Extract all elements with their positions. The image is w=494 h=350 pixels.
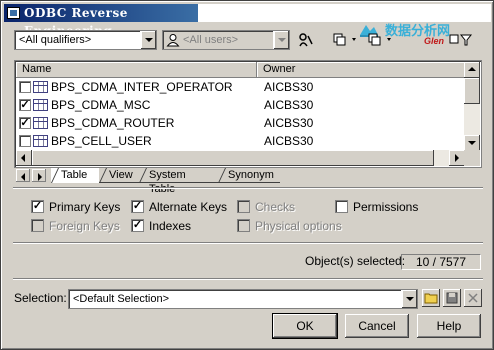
find-users-button[interactable] xyxy=(295,30,317,50)
row-checkbox[interactable]: ✓ xyxy=(19,117,31,129)
row-owner: AICBS30 xyxy=(264,98,314,112)
row-name: BPS_CDMA_ROUTER xyxy=(51,116,175,130)
row-owner: AICBS30 xyxy=(264,80,314,94)
tab-scroll-right-icon[interactable] xyxy=(32,169,46,182)
selection-label: Selection: xyxy=(14,291,67,305)
alternate-keys-label: Alternate Keys xyxy=(149,200,228,214)
find-icon xyxy=(299,33,313,47)
scrollbar-corner xyxy=(464,150,480,166)
table-icon xyxy=(33,117,48,129)
row-name: BPS_CDMA_MSC xyxy=(51,98,151,112)
objects-selected-label: Object(s) selected: xyxy=(305,254,406,268)
row-checkbox[interactable] xyxy=(19,81,31,93)
tab-scroll-left-icon[interactable] xyxy=(16,169,30,182)
table-row[interactable]: BPS_CELL_USER AICBS30 xyxy=(16,132,466,150)
table-list[interactable]: Name Owner BPS_CDMA_INTER_OPERATOR AICBS… xyxy=(14,60,482,168)
tab-table[interactable]: Table xyxy=(51,168,99,183)
help-button[interactable]: Help xyxy=(417,314,481,338)
object-type-tabs: Table View System Table Synonym xyxy=(14,168,482,195)
chevron-down-icon[interactable] xyxy=(401,290,417,308)
row-checkbox[interactable]: ✓ xyxy=(19,99,31,111)
scroll-down-icon[interactable] xyxy=(464,135,480,151)
filter-button[interactable] xyxy=(447,30,481,50)
checkbox-mark xyxy=(31,219,44,232)
divider xyxy=(13,187,483,189)
user-icon xyxy=(166,34,180,47)
checkbox-mark: ✓ xyxy=(131,219,144,232)
filter-icon xyxy=(449,34,473,46)
cancel-button[interactable]: Cancel xyxy=(345,314,409,338)
table-icon xyxy=(33,135,48,147)
checkbox-mark: ✓ xyxy=(131,200,144,213)
tab-view[interactable]: View xyxy=(99,168,139,183)
vertical-scrollbar[interactable] xyxy=(464,62,480,151)
save-selection-button[interactable] xyxy=(443,289,461,307)
scroll-up-icon[interactable] xyxy=(464,62,480,78)
chevron-down-icon[interactable] xyxy=(273,31,289,49)
open-selection-button[interactable] xyxy=(422,289,440,307)
physical-options-label: Physical options xyxy=(255,219,342,233)
column-header-owner[interactable]: Owner xyxy=(257,62,466,78)
checkbox-mark xyxy=(237,200,250,213)
title-bar[interactable]: ODBC Reverse Engineering xyxy=(4,4,198,38)
users-dropdown[interactable]: <All users> xyxy=(162,30,290,50)
column-header-name[interactable]: Name xyxy=(16,62,257,78)
close-icon xyxy=(468,293,478,303)
checkbox-mark xyxy=(237,219,250,232)
qualifier-value: <All qualifiers> xyxy=(19,34,92,46)
qualifier-dropdown[interactable]: <All qualifiers> xyxy=(14,30,157,50)
scroll-right-icon[interactable] xyxy=(449,150,465,166)
scroll-left-icon[interactable] xyxy=(16,150,32,166)
indexes-label: Indexes xyxy=(149,219,192,233)
table-row[interactable]: ✓ BPS_CDMA_MSC AICBS30 xyxy=(16,96,466,114)
delete-selection-button[interactable] xyxy=(464,289,482,307)
permissions-label: Permissions xyxy=(353,200,419,214)
select-all-button[interactable] xyxy=(330,30,360,50)
divider xyxy=(13,278,483,280)
tab-system-table[interactable]: System Table xyxy=(139,168,218,195)
table-icon xyxy=(33,99,48,111)
deselect-all-icon xyxy=(368,33,391,46)
row-name: BPS_CDMA_INTER_OPERATOR xyxy=(51,80,233,94)
folder-icon xyxy=(424,293,438,304)
watermark-sub: Glen xyxy=(424,36,445,46)
divider xyxy=(13,242,483,244)
row-owner: AICBS30 xyxy=(264,116,314,130)
table-row[interactable]: BPS_CDMA_INTER_OPERATOR AICBS30 xyxy=(16,78,466,96)
row-owner: AICBS30 xyxy=(264,134,314,148)
app-icon xyxy=(7,7,20,19)
row-name: BPS_CELL_USER xyxy=(51,134,152,148)
horizontal-scroll-thumb[interactable] xyxy=(32,150,434,166)
selection-dropdown[interactable]: <Default Selection> xyxy=(68,289,418,309)
users-value: <All users> xyxy=(183,34,239,46)
table-icon xyxy=(33,81,48,93)
row-checkbox[interactable] xyxy=(19,135,31,147)
foreign-keys-label: Foreign Keys xyxy=(49,219,120,233)
checkbox-mark: ✓ xyxy=(31,200,44,213)
deselect-all-button[interactable] xyxy=(365,30,395,50)
selection-value: <Default Selection> xyxy=(73,293,170,305)
checkbox-mark xyxy=(335,200,348,213)
vertical-scroll-thumb[interactable] xyxy=(464,78,480,104)
chevron-down-icon[interactable] xyxy=(140,31,156,49)
ok-button[interactable]: OK xyxy=(272,313,338,339)
save-icon xyxy=(446,292,458,304)
list-header: Name Owner xyxy=(16,62,466,78)
checks-label: Checks xyxy=(255,200,296,214)
primary-keys-label: Primary Keys xyxy=(49,200,121,214)
tab-synonym[interactable]: Synonym xyxy=(218,168,280,183)
horizontal-scrollbar[interactable] xyxy=(16,150,465,166)
table-row[interactable]: ✓ BPS_CDMA_ROUTER AICBS30 xyxy=(16,114,466,132)
objects-selected-count: 10 / 7577 xyxy=(401,254,481,270)
odbc-reverse-engineering-dialog: ODBC Reverse Engineering 数据分析网 Glen <All… xyxy=(0,0,494,350)
select-all-icon xyxy=(333,33,356,46)
